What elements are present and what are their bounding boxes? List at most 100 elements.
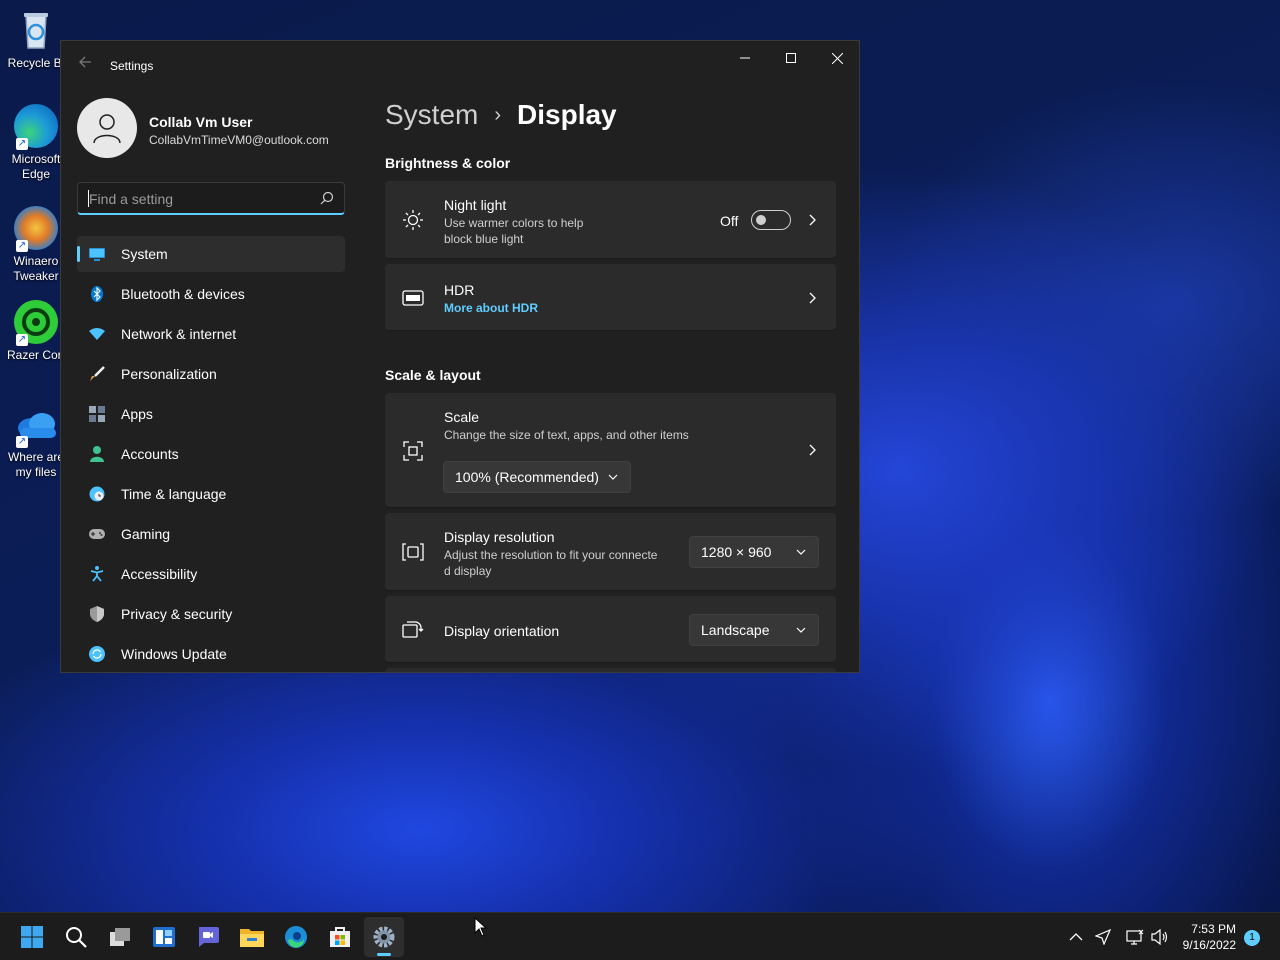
taskbar-search-button[interactable] xyxy=(56,917,96,957)
brush-icon xyxy=(89,366,105,382)
section-title-scale-layout: Scale & layout xyxy=(385,367,481,383)
window-title: Settings xyxy=(110,59,154,73)
search-input[interactable]: Find a setting xyxy=(77,182,345,215)
show-hidden-icons-button[interactable] xyxy=(1066,927,1086,947)
sidebar-item-label: Time & language xyxy=(121,486,227,502)
close-button[interactable] xyxy=(814,41,859,75)
shortcut-arrow-icon: ↗ xyxy=(16,436,28,448)
network-icon xyxy=(1126,929,1144,945)
chat-button[interactable] xyxy=(188,917,228,957)
scale-card[interactable]: Scale Change the size of text, apps, and… xyxy=(385,393,836,508)
scale-desc: Change the size of text, apps, and other… xyxy=(444,428,689,442)
clock-time: 7:53 PM xyxy=(1191,922,1236,936)
profile-name: Collab Vm User xyxy=(149,114,253,130)
shortcut-arrow-icon: ↗ xyxy=(16,334,28,346)
edge-icon xyxy=(285,926,307,948)
file-explorer-icon xyxy=(240,929,264,947)
shortcut-arrow-icon: ↗ xyxy=(16,240,28,252)
resolution-dropdown[interactable]: 1280 × 960 xyxy=(689,536,819,568)
back-button[interactable] xyxy=(75,55,95,75)
scale-dropdown[interactable]: 100% (Recommended) xyxy=(443,461,631,493)
sidebar-item-gaming[interactable]: Gaming xyxy=(77,516,345,552)
sidebar-item-label: Privacy & security xyxy=(121,606,233,622)
hdr-more-link[interactable]: More about HDR xyxy=(444,301,538,315)
person-icon xyxy=(93,114,121,144)
page-title: Display xyxy=(517,99,617,130)
night-light-title: Night light xyxy=(444,197,507,213)
sidebar-item-apps[interactable]: Apps xyxy=(77,396,345,432)
sidebar-item-accounts[interactable]: Accounts xyxy=(77,436,345,472)
sidebar-item-label: Gaming xyxy=(121,526,171,542)
night-light-toggle[interactable] xyxy=(751,210,791,230)
close-icon xyxy=(831,52,843,64)
night-light-desc: block blue light xyxy=(444,232,524,246)
scale-icon xyxy=(401,439,425,463)
display-resolution-title: Display resolution xyxy=(444,529,555,545)
chevron-right-icon[interactable] xyxy=(806,291,820,305)
location-tray-button[interactable] xyxy=(1093,927,1113,947)
sidebar-item-label: Windows Update xyxy=(121,646,227,662)
sidebar-item-accessibility[interactable]: Accessibility xyxy=(77,556,345,592)
sidebar-item-label: Network & internet xyxy=(121,326,237,342)
sidebar-item-network-internet[interactable]: Network & internet xyxy=(77,316,345,352)
start-icon xyxy=(21,926,43,948)
breadcrumb-parent-link[interactable]: System xyxy=(385,99,478,131)
sidebar-nav: System Bluetooth & devices Network & int… xyxy=(77,236,345,672)
clock[interactable]: 7:53 PM 9/16/2022 xyxy=(1180,921,1236,953)
notification-badge[interactable]: 1 xyxy=(1244,930,1260,946)
arrow-left-icon xyxy=(79,56,91,68)
chevron-right-icon[interactable] xyxy=(806,213,820,227)
night-light-card[interactable]: Night light Use warmer colors to help bl… xyxy=(385,181,836,259)
sidebar-item-label: Bluetooth & devices xyxy=(121,286,245,302)
network-tray-button[interactable] xyxy=(1125,927,1145,947)
orientation-dropdown[interactable]: Landscape xyxy=(689,614,819,646)
volume-tray-button[interactable] xyxy=(1150,927,1170,947)
file-explorer-button[interactable] xyxy=(232,917,272,957)
sidebar-item-label: Accounts xyxy=(121,446,179,462)
hdr-card[interactable]: HDR More about HDR xyxy=(385,264,836,331)
display-resolution-card[interactable]: Display resolution Adjust the resolution… xyxy=(385,513,836,591)
active-app-indicator xyxy=(377,953,391,956)
task-view-button[interactable] xyxy=(100,917,140,957)
night-light-desc: Use warmer colors to help xyxy=(444,216,584,230)
maximize-icon xyxy=(786,53,796,63)
start-button[interactable] xyxy=(12,917,52,957)
bluetooth-icon xyxy=(89,286,105,302)
shortcut-arrow-icon: ↗ xyxy=(16,138,28,150)
maximize-button[interactable] xyxy=(768,41,814,75)
search-icon[interactable] xyxy=(320,191,334,205)
chevron-right-icon[interactable] xyxy=(806,443,820,457)
sidebar-item-bluetooth-devices[interactable]: Bluetooth & devices xyxy=(77,276,345,312)
recycle-bin-icon xyxy=(14,8,58,52)
night-light-toggle-label: Off xyxy=(720,213,739,229)
wifi-icon xyxy=(89,326,105,342)
minimize-button[interactable] xyxy=(722,41,768,75)
mouse-cursor-icon xyxy=(474,917,488,937)
edge-button[interactable] xyxy=(276,917,316,957)
chevron-down-icon xyxy=(796,549,806,555)
sidebar-item-label: Personalization xyxy=(121,366,217,382)
sidebar-item-privacy-security[interactable]: Privacy & security xyxy=(77,596,345,632)
widgets-button[interactable] xyxy=(144,917,184,957)
orientation-icon xyxy=(401,618,425,642)
person-icon xyxy=(89,446,105,462)
sidebar-item-label: Apps xyxy=(121,406,153,422)
accessibility-icon xyxy=(89,566,105,582)
globe-clock-icon xyxy=(89,486,105,502)
gamepad-icon xyxy=(89,526,105,542)
store-button[interactable] xyxy=(320,917,360,957)
profile-email: CollabVmTimeVM0@outlook.com xyxy=(149,133,329,147)
onedrive-cloud-icon: ↗ xyxy=(14,402,58,448)
sidebar-item-windows-update[interactable]: Windows Update xyxy=(77,636,345,672)
sidebar-item-system[interactable]: System xyxy=(77,236,345,272)
winaero-icon: ↗ xyxy=(14,206,58,252)
sidebar-item-personalization[interactable]: Personalization xyxy=(77,356,345,392)
settings-taskbar-button[interactable] xyxy=(364,917,404,957)
avatar[interactable] xyxy=(77,98,137,158)
edge-icon: ↗ xyxy=(14,104,58,150)
chevron-down-icon xyxy=(796,627,806,633)
title-bar[interactable]: Settings xyxy=(61,41,859,87)
brightness-icon xyxy=(401,208,425,232)
sidebar-item-time-language[interactable]: Time & language xyxy=(77,476,345,512)
display-orientation-card[interactable]: Display orientation Landscape xyxy=(385,596,836,663)
